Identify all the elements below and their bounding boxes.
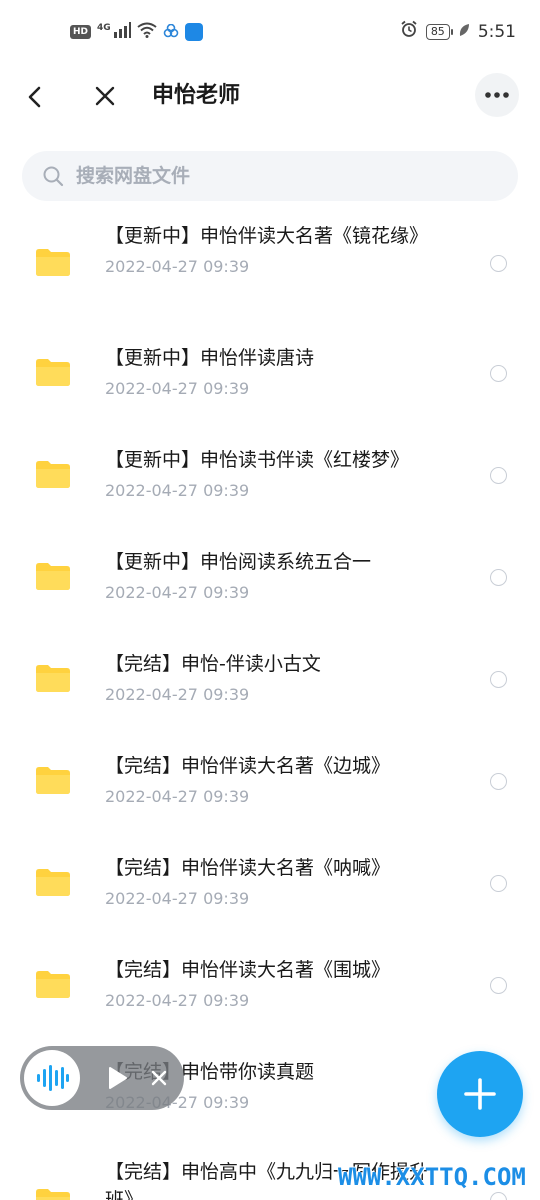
select-checkbox[interactable] — [490, 1192, 507, 1200]
page-title: 申怡老师 — [152, 83, 241, 108]
more-button[interactable] — [475, 73, 519, 117]
item-text: 【更新中】申怡伴读唐诗 2022-04-27 09:39 — [105, 344, 435, 400]
header: 申怡老师 — [0, 64, 540, 128]
play-icon — [109, 1067, 127, 1089]
file-name: 【完结】申怡伴读大名著《呐喊》 — [105, 857, 391, 879]
select-checkbox[interactable] — [490, 255, 507, 272]
alarm-icon — [400, 20, 418, 43]
item-text: 【完结】申怡伴读大名著《呐喊》 2022-04-27 09:39 — [105, 854, 435, 910]
wifi-icon — [137, 22, 157, 42]
status-time: 5:51 — [477, 21, 516, 42]
leaf-icon — [458, 22, 470, 42]
file-date: 2022-04-27 09:39 — [105, 991, 250, 1010]
cloud-app-icon — [184, 23, 203, 41]
select-checkbox[interactable] — [490, 365, 507, 382]
file-name: 【完结】申怡伴读大名著《边城》 — [105, 755, 391, 777]
select-checkbox[interactable] — [490, 467, 507, 484]
item-text: 【更新中】申怡读书伴读《红楼梦》 2022-04-27 09:39 — [105, 446, 435, 502]
add-button[interactable] — [437, 1051, 523, 1137]
play-button[interactable] — [106, 1065, 130, 1091]
select-checkbox[interactable] — [490, 875, 507, 892]
search-icon — [43, 166, 64, 187]
folder-icon — [36, 767, 70, 794]
item-text: 【完结】申怡伴读大名著《边城》 2022-04-27 09:39 — [105, 752, 435, 808]
hd-badge: HD — [70, 25, 92, 39]
file-name: 【更新中】申怡阅读系统五合一 — [105, 551, 372, 573]
status-bar: HD 4G 85 5:51 — [0, 0, 540, 64]
file-name: 【更新中】申怡伴读大名著《镜花缘》 — [105, 225, 429, 247]
file-date: 2022-04-27 09:39 — [105, 583, 250, 602]
item-text: 【更新中】申怡伴读大名著《镜花缘》 2022-04-27 09:39 — [105, 222, 435, 278]
search-bar[interactable] — [22, 151, 518, 201]
file-date: 2022-04-27 09:39 — [105, 481, 250, 500]
close-button[interactable] — [88, 79, 122, 113]
file-date: 2022-04-27 09:39 — [105, 889, 250, 908]
file-name: 【完结】申怡伴读大名著《围城》 — [105, 959, 391, 981]
floating-audio-player[interactable] — [20, 1046, 184, 1110]
select-checkbox[interactable] — [490, 773, 507, 790]
status-left: HD 4G — [70, 22, 203, 42]
audio-wave-button[interactable] — [24, 1050, 80, 1106]
file-date: 2022-04-27 09:39 — [105, 685, 250, 704]
folder-icon — [36, 563, 70, 590]
select-checkbox[interactable] — [490, 671, 507, 688]
close-icon — [95, 86, 115, 106]
select-checkbox[interactable] — [490, 569, 507, 586]
back-icon — [28, 86, 41, 108]
file-date: 2022-04-27 09:39 — [105, 379, 250, 398]
file-date: 2022-04-27 09:39 — [105, 257, 250, 276]
folder-icon — [36, 249, 70, 276]
link-icon — [163, 23, 179, 42]
audio-wave-icon — [37, 1065, 69, 1091]
file-name: 【完结】申怡-伴读小古文 — [105, 653, 321, 675]
list-item[interactable]: 【完结】申怡伴读大名著《呐喊》 2022-04-27 09:39 — [0, 830, 540, 930]
item-text: 【完结】申怡-伴读小古文 2022-04-27 09:39 — [105, 650, 435, 706]
more-icon — [485, 92, 509, 98]
player-close-button[interactable] — [148, 1067, 170, 1089]
file-date: 2022-04-27 09:39 — [105, 787, 250, 806]
list-item[interactable]: 【更新中】申怡阅读系统五合一 2022-04-27 09:39 — [0, 524, 540, 624]
list-item[interactable]: 【更新中】申怡伴读大名著《镜花缘》 2022-04-27 09:39 — [0, 210, 540, 310]
file-name: 【更新中】申怡伴读唐诗 — [105, 347, 315, 369]
item-text: 【完结】申怡伴读大名著《围城》 2022-04-27 09:39 — [105, 956, 435, 1012]
status-right: 85 5:51 — [400, 20, 516, 43]
close-icon — [151, 1070, 167, 1086]
network-type: 4G — [97, 23, 111, 33]
folder-icon — [36, 359, 70, 386]
folder-icon — [36, 869, 70, 896]
file-name: 【更新中】申怡读书伴读《红楼梦》 — [105, 449, 410, 471]
list-item[interactable]: 【更新中】申怡读书伴读《红楼梦》 2022-04-27 09:39 — [0, 422, 540, 522]
folder-icon — [36, 665, 70, 692]
plus-icon — [464, 1078, 496, 1110]
list-item[interactable]: 【完结】申怡伴读大名著《边城》 2022-04-27 09:39 — [0, 728, 540, 828]
search-input[interactable] — [76, 165, 456, 187]
item-text: 【更新中】申怡阅读系统五合一 2022-04-27 09:39 — [105, 548, 435, 604]
folder-icon — [36, 971, 70, 998]
back-button[interactable] — [18, 80, 52, 114]
folder-icon — [36, 461, 70, 488]
select-checkbox[interactable] — [490, 977, 507, 994]
battery-indicator: 85 — [425, 23, 453, 40]
list-item[interactable]: 【完结】申怡伴读大名著《围城》 2022-04-27 09:39 — [0, 932, 540, 1032]
folder-icon — [36, 1189, 70, 1200]
watermark: WWW.XXTTQ.COM — [338, 1163, 526, 1191]
signal-icon — [113, 22, 131, 42]
list-item[interactable]: 【完结】申怡-伴读小古文 2022-04-27 09:39 — [0, 626, 540, 726]
list-item[interactable]: 【更新中】申怡伴读唐诗 2022-04-27 09:39 — [0, 320, 540, 420]
